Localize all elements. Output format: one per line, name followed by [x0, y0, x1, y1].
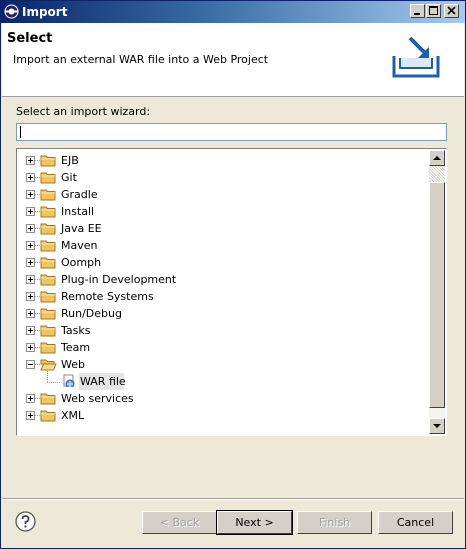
folder-icon — [40, 189, 56, 201]
tree-item-label: Git — [61, 171, 77, 184]
collapse-icon[interactable] — [26, 360, 35, 369]
tree-item[interactable]: Install — [18, 203, 429, 220]
expand-icon[interactable] — [26, 411, 35, 420]
wizard-label: Select an import wizard: — [16, 105, 151, 118]
tree-item-label: EJB — [61, 154, 79, 167]
expand-icon[interactable] — [26, 275, 35, 284]
expand-icon[interactable] — [26, 241, 35, 250]
folder-icon — [40, 206, 56, 218]
tree-child-item[interactable]: WAR file — [18, 373, 429, 390]
next-button[interactable]: Next > — [216, 510, 293, 535]
footer-separator — [2, 498, 464, 500]
folder-icon — [40, 240, 56, 252]
tree-item-label: Java EE — [61, 222, 102, 235]
expand-icon[interactable] — [26, 224, 35, 233]
tree-item-label: Install — [61, 205, 95, 218]
expand-icon[interactable] — [26, 190, 35, 199]
tree-item-label: Web — [61, 358, 85, 371]
maximize-icon — [429, 6, 438, 15]
tree-item[interactable]: Web — [18, 356, 429, 373]
folder-icon — [40, 342, 56, 354]
finish-button[interactable]: Finish — [297, 511, 372, 534]
tree-item-label: Remote Systems — [61, 290, 154, 303]
tree-item-label: Plug-in Development — [61, 273, 177, 286]
window-title: Import — [22, 5, 68, 19]
tree-item-label: Web services — [61, 392, 134, 405]
import-wizard-banner-icon — [392, 36, 440, 78]
minimize-icon — [414, 13, 420, 15]
tree-item-label: Tasks — [61, 324, 91, 337]
tree-item-label: Gradle — [61, 188, 98, 201]
filter-input[interactable] — [16, 123, 447, 141]
scroll-down-button[interactable] — [429, 418, 445, 434]
tree-item[interactable]: Team — [18, 339, 429, 356]
tree-connector — [47, 371, 48, 382]
back-button[interactable]: < Back — [142, 511, 217, 534]
folder-icon — [40, 325, 56, 337]
arrow-up-icon — [433, 156, 441, 160]
tree-item[interactable]: Java EE — [18, 220, 429, 237]
expand-icon[interactable] — [26, 156, 35, 165]
minimize-button[interactable] — [410, 4, 425, 18]
tree-item[interactable]: Plug-in Development — [18, 271, 429, 288]
expand-icon[interactable] — [26, 309, 35, 318]
help-icon[interactable] — [15, 511, 36, 532]
close-icon — [447, 6, 456, 15]
folder-icon — [40, 223, 56, 235]
expand-icon[interactable] — [26, 394, 35, 403]
tree-item[interactable]: Maven — [18, 237, 429, 254]
expand-icon[interactable] — [26, 173, 35, 182]
tree-item[interactable]: Web services — [18, 390, 429, 407]
folder-icon — [40, 393, 56, 405]
tree-item-label: Oomph — [61, 256, 102, 269]
import-dialog: Import Select Import an external WAR fil… — [0, 0, 466, 549]
folder-icon — [40, 274, 56, 286]
expand-icon[interactable] — [26, 207, 35, 216]
tree-item-label: WAR file — [80, 375, 126, 388]
scroll-thumb[interactable] — [429, 182, 445, 408]
maximize-button[interactable] — [426, 4, 441, 18]
tree-item[interactable]: Tasks — [18, 322, 429, 339]
tree-item-label: Run/Debug — [61, 307, 122, 320]
folder-icon — [40, 172, 56, 184]
tree-item[interactable]: XML — [18, 407, 429, 424]
folder-icon — [40, 155, 56, 167]
wizard-tree[interactable]: EJB Git Gradle Install Java EE Maven Oomph Plug… — [16, 148, 447, 436]
tree-list: EJB Git Gradle Install Java EE Maven Oomph Plug… — [18, 150, 429, 434]
folder-icon — [40, 257, 56, 269]
folder-open-icon — [40, 359, 57, 371]
expand-icon[interactable] — [26, 292, 35, 301]
page-title: Select — [7, 31, 53, 46]
tree-scrollbar[interactable] — [429, 150, 445, 434]
tree-item[interactable]: Run/Debug — [18, 305, 429, 322]
tree-item-label: Maven — [61, 239, 98, 252]
tree-item-label: XML — [61, 409, 85, 422]
tree-item[interactable]: EJB — [18, 152, 429, 169]
page-description: Import an external WAR file into a Web P… — [13, 53, 269, 66]
title-bar[interactable]: Import — [1, 1, 465, 23]
expand-icon[interactable] — [26, 343, 35, 352]
eclipse-icon — [4, 4, 19, 19]
cancel-button[interactable]: Cancel — [378, 511, 453, 534]
folder-icon — [40, 410, 56, 422]
expand-icon[interactable] — [26, 258, 35, 267]
tree-item[interactable]: Gradle — [18, 186, 429, 203]
expand-icon[interactable] — [26, 326, 35, 335]
folder-icon — [40, 291, 56, 303]
tree-connector — [47, 382, 60, 383]
text-caret — [20, 126, 21, 138]
tree-item[interactable]: Git — [18, 169, 429, 186]
folder-icon — [40, 308, 56, 320]
tree-item-label: Team — [61, 341, 91, 354]
close-button[interactable] — [444, 4, 459, 18]
scroll-track[interactable] — [429, 166, 445, 182]
tree-item[interactable]: Remote Systems — [18, 288, 429, 305]
tree-item[interactable]: Oomph — [18, 254, 429, 271]
wizard-header: Select Import an external WAR file into … — [2, 23, 464, 97]
scroll-up-button[interactable] — [429, 150, 445, 166]
war-file-icon — [63, 374, 75, 387]
arrow-down-icon — [433, 424, 441, 428]
